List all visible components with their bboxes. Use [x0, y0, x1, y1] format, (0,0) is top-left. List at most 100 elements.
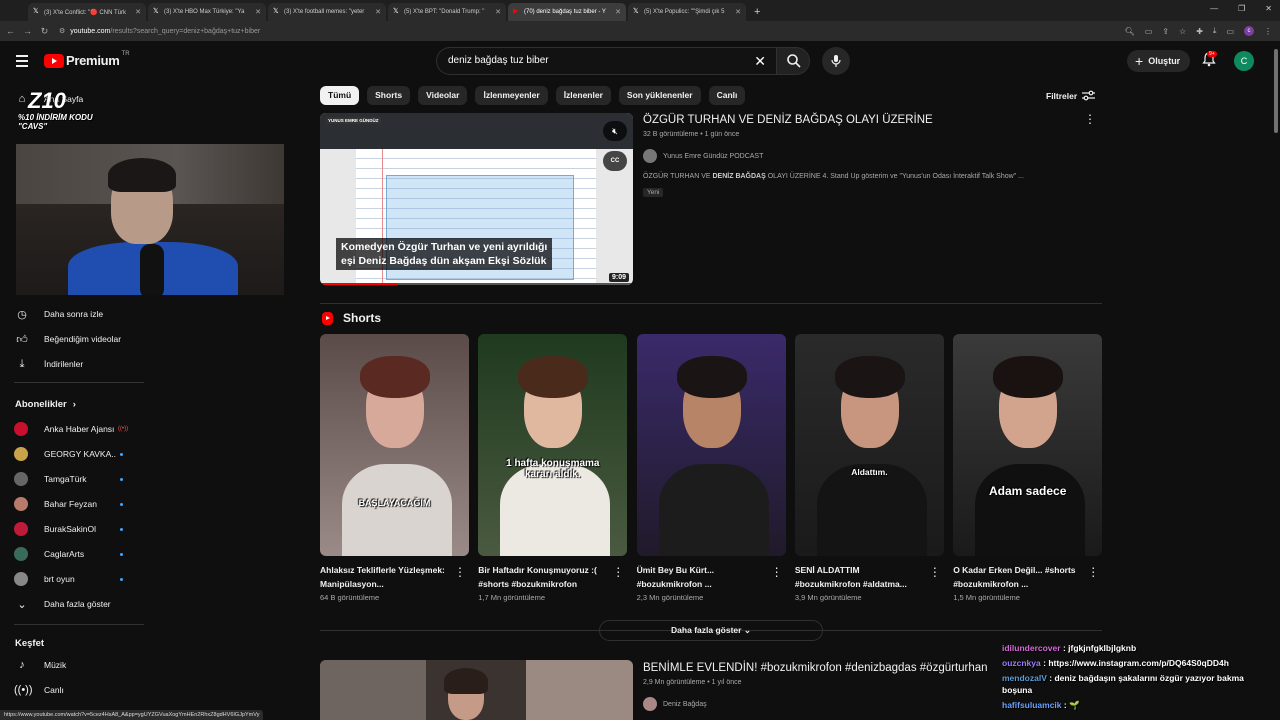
tab-search-icon[interactable]: ▭	[1226, 27, 1234, 36]
new-tab-icon[interactable]: +	[754, 3, 760, 21]
show-more-shorts-button[interactable]: Daha fazla göster ⌄	[599, 620, 823, 641]
browser-tab[interactable]: 𝕏 (5) X'te BPT: "Donald Trump: " ✕	[388, 3, 506, 21]
search-input[interactable]: deniz bağdaş tuz biber ✕	[436, 47, 776, 75]
short-title[interactable]: Ahlaksız Tekliflerle Yüzleşmek: Manipüla…	[320, 563, 448, 591]
back-icon[interactable]: ←	[4, 26, 17, 36]
short-thumbnail[interactable]	[636, 334, 786, 556]
close-window-icon[interactable]: ✕	[1265, 4, 1272, 13]
sidebar-channel[interactable]: brt oyun	[14, 569, 123, 589]
close-tab-icon[interactable]: ✕	[615, 8, 621, 16]
video-title[interactable]: ÖZGÜR TURHAN VE DENİZ BAĞDAŞ OLAYI ÜZERİ…	[643, 114, 933, 126]
filter-chip[interactable]: İzlenmeyenler	[475, 86, 548, 105]
more-actions-icon[interactable]: ⋮	[929, 566, 941, 578]
short-card[interactable]: 1 hafta konuşmama kararı aldık. Bir Hafta…	[478, 334, 628, 602]
filter-chip[interactable]: İzlenenler	[555, 86, 611, 105]
channel-link[interactable]: Yunus Emre Gündüz PODCAST	[643, 149, 763, 163]
browser-tab[interactable]: 𝕏 (3) X'te HBO Max Türkiye: "Ya ✕	[148, 3, 266, 21]
sidebar-channel[interactable]: Anka Haber Ajansı ((•))	[14, 419, 128, 439]
sidebar-channel[interactable]: TamgaTürk	[14, 469, 123, 489]
download-icon[interactable]: ⤓	[1213, 26, 1217, 36]
page-scrollbar[interactable]	[1272, 41, 1280, 720]
filters-button[interactable]: Filtreler	[1046, 90, 1096, 101]
channel-watermark: YUNUS EMRE GÜNDÜZ	[326, 117, 381, 124]
sidebar-item-downloads[interactable]: ⤓ İndirilenler	[14, 354, 84, 374]
sidebar-channel[interactable]: GEORGY KAVKA...	[14, 444, 123, 464]
browser-profile-avatar[interactable]: c	[1244, 26, 1254, 36]
close-tab-icon[interactable]: ✕	[375, 8, 381, 16]
thumbs-up-icon: 👍︎	[16, 333, 28, 346]
captions-icon[interactable]: CC	[603, 151, 627, 171]
filter-chip[interactable]: Tümü	[320, 86, 360, 105]
minimize-icon[interactable]: —	[1210, 4, 1218, 13]
voice-search-button[interactable]	[822, 47, 850, 75]
share-icon[interactable]: ⇪	[1162, 27, 1169, 36]
show-more-subscriptions[interactable]: ⌄ Daha fazla göster	[14, 594, 110, 614]
sidebar-channel[interactable]: CaglarArts	[14, 544, 123, 564]
channel-link[interactable]: Deniz Bağdaş	[643, 697, 707, 711]
clear-search-icon[interactable]: ✕	[754, 48, 766, 74]
short-title[interactable]: SENİ ALDATTIM #bozukmikrofon #aldatma...	[795, 563, 923, 591]
sidebar-channel[interactable]: Bahar Feyzan	[14, 494, 123, 514]
short-card[interactable]: Aldattım. SENİ ALDATTIM #bozukmikrofon #a…	[794, 334, 944, 602]
more-actions-icon[interactable]: ⋮	[454, 566, 466, 578]
browser-tab[interactable]: 𝕏 (3) X'te football memes: "yeter ✕	[268, 3, 386, 21]
create-button[interactable]: + Oluştur	[1127, 50, 1191, 72]
short-thumbnail[interactable]: Aldattım.	[794, 334, 944, 556]
scrollbar-thumb[interactable]	[1274, 49, 1278, 133]
subscriptions-header[interactable]: Abonelikler ›	[15, 399, 76, 410]
close-tab-icon[interactable]: ✕	[735, 8, 741, 16]
short-thumbnail[interactable]: Adam sadece	[953, 334, 1103, 556]
zoom-icon[interactable]: 🔍︎	[1125, 27, 1135, 36]
short-card[interactable]: Adam sadece O Kadar Erken Değil... #short…	[953, 334, 1103, 602]
restore-icon[interactable]: ❐	[1238, 4, 1245, 13]
menu-icon[interactable]	[16, 55, 28, 70]
account-avatar[interactable]: C	[1234, 51, 1254, 71]
sidebar-item-watch-later[interactable]: ◷ Daha sonra izle	[14, 304, 103, 324]
video-title[interactable]: BENİMLE EVLENDİN! #bozukmikrofon #denizb…	[643, 662, 988, 674]
search-button[interactable]	[776, 47, 810, 75]
youtube-logo[interactable]: Premium TR	[44, 51, 130, 68]
close-tab-icon[interactable]: ✕	[495, 8, 501, 16]
browser-tab[interactable]: ▶ (70) deniz bağdaş tuz biber - Y ✕	[508, 3, 626, 21]
url-host: youtube.com	[70, 27, 111, 35]
short-card[interactable]: BAŞLAYACAĞIM Ahlaksız Tekliflerle Yüzleşm…	[320, 334, 469, 602]
close-tab-icon[interactable]: ✕	[255, 8, 261, 16]
channel-avatar	[643, 149, 657, 163]
cast-icon[interactable]: ▭	[1145, 27, 1153, 36]
subscriptions-title: Abonelikler	[15, 399, 67, 410]
filter-chip[interactable]: Canlı	[708, 86, 746, 105]
video-thumbnail[interactable]	[320, 660, 633, 720]
short-title[interactable]: Ümit Bey Bu Kürt... #bozukmikrofon ...	[637, 563, 765, 591]
chat-message: hafifsuluamcik : 🌱	[1002, 699, 1274, 711]
more-actions-icon[interactable]: ⋮	[1087, 566, 1099, 578]
more-actions-icon[interactable]: ⋮	[771, 566, 783, 578]
filter-chip[interactable]: Son yüklenenler	[618, 86, 701, 105]
filter-chip[interactable]: Videolar	[418, 86, 468, 105]
explore-title: Keşfet	[15, 638, 45, 649]
short-thumbnail[interactable]: 1 hafta konuşmama kararı aldık.	[478, 334, 628, 556]
mute-icon[interactable]: 🔇︎	[603, 121, 627, 141]
more-actions-icon[interactable]: ⋮	[612, 566, 624, 578]
sidebar-channel[interactable]: BurakSakinOl	[14, 519, 123, 539]
sidebar-item-live[interactable]: ((•)) Canlı	[14, 680, 64, 700]
short-thumbnail[interactable]: BAŞLAYACAĞIM	[320, 334, 469, 556]
site-info-icon[interactable]: ⚙	[59, 27, 65, 35]
extensions-icon[interactable]: ✚	[1196, 27, 1203, 36]
close-tab-icon[interactable]: ✕	[135, 8, 141, 16]
sidebar-item-liked-videos[interactable]: 👍︎ Beğendiğim videolar	[14, 329, 121, 349]
video-thumbnail[interactable]: YUNUS EMRE GÜNDÜZ 🔇︎ CC Komedyen Özgür T…	[320, 113, 633, 285]
browser-tab[interactable]: 𝕏 (3) X'te Conflict: "🔴 CNN Türk ✕	[28, 3, 146, 21]
sidebar-item-music[interactable]: ♪ Müzik	[14, 655, 66, 675]
short-card[interactable]: Ümit Bey Bu Kürt... #bozukmikrofon ... 2,…	[636, 334, 786, 602]
reload-icon[interactable]: ↻	[38, 26, 51, 37]
browser-menu-icon[interactable]: ⋮	[1264, 27, 1272, 36]
url-field[interactable]: ⚙ youtube.com/results?search_query=deniz…	[59, 27, 260, 36]
filter-chip[interactable]: Shorts	[367, 86, 411, 105]
bookmark-star-icon[interactable]: ☆	[1179, 27, 1186, 36]
download-icon: ⤓	[19, 357, 25, 370]
more-actions-icon[interactable]: ⋮	[1084, 113, 1096, 125]
forward-icon[interactable]: →	[21, 26, 34, 36]
short-title[interactable]: Bir Haftadır Konuşmuyoruz :( #shorts #bo…	[478, 563, 606, 591]
browser-tab[interactable]: 𝕏 (5) X'te Populicc: ""Şimdi çık 5 ✕	[628, 3, 746, 21]
short-title[interactable]: O Kadar Erken Değil... #shorts #bozukmik…	[953, 563, 1081, 591]
